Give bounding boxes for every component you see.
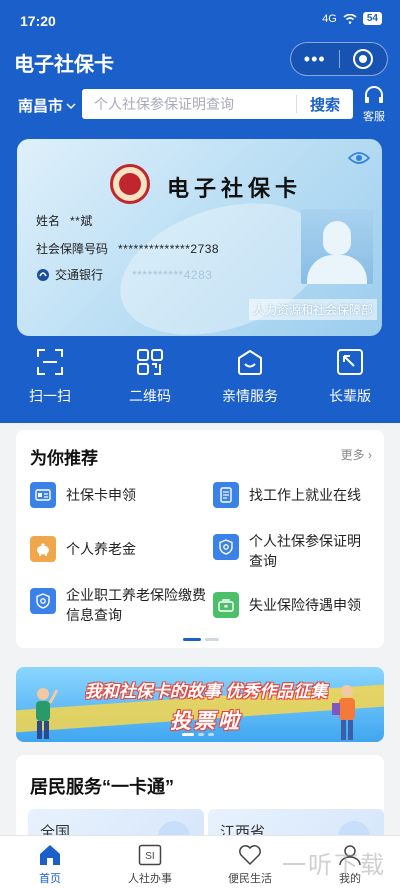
recommend-title: 为你推荐	[30, 449, 98, 468]
emblem-icon	[110, 164, 150, 204]
person-illustration-icon	[36, 688, 58, 739]
recommend-item[interactable]: 失业保险待遇申领	[213, 592, 378, 618]
quick-qrcode-label: 二维码	[129, 388, 171, 404]
id-value: **************2738	[118, 242, 220, 256]
heart-icon	[239, 845, 261, 866]
more-label: 更多	[340, 448, 365, 462]
family-service-icon	[238, 350, 262, 375]
quick-qrcode[interactable]: 二维码	[100, 348, 200, 406]
piggy-bank-icon	[30, 536, 56, 562]
quick-family-service[interactable]: 亲情服务	[200, 348, 300, 406]
recommend-more-link[interactable]: 更多 ›	[341, 446, 372, 463]
recommend-item[interactable]: 个人社保参保证明查询	[213, 528, 373, 571]
eye-icon[interactable]	[348, 151, 370, 165]
recommend-item-label: 企业职工养老保险缴费信息查询	[66, 587, 206, 623]
card-title: 电子社保卡	[167, 176, 303, 202]
battery-icon: 54	[362, 12, 382, 25]
svg-text:SI: SI	[145, 851, 154, 862]
tab-services[interactable]: SI 人社办事	[100, 836, 200, 889]
home-icon	[40, 845, 60, 865]
recommend-item[interactable]: 企业职工养老保险缴费信息查询	[30, 582, 208, 625]
tab-profile-label: 我的	[339, 873, 361, 885]
user-icon	[339, 845, 361, 866]
name-label: 姓名	[36, 214, 61, 228]
bank-name: 交通银行	[55, 268, 104, 282]
name-value: **斌	[70, 214, 93, 228]
shield-search-icon	[213, 534, 239, 560]
tab-home[interactable]: 首页	[0, 836, 100, 889]
tab-home-label: 首页	[39, 873, 61, 885]
recommend-item-label: 失业保险待遇申领	[249, 597, 361, 613]
tab-life[interactable]: 便民生活	[200, 836, 300, 889]
bottom-tab-bar: 首页 SI 人社办事 便民生活 我的	[0, 835, 400, 889]
quick-scan-label: 扫一扫	[29, 388, 71, 404]
card-bank-row: 交通银行 **********4283	[36, 266, 212, 283]
promo-banner[interactable]: 我和社保卡的故事 优秀作品征集 投票啦	[16, 667, 384, 742]
briefcase-icon	[213, 592, 239, 618]
quick-elder-mode[interactable]: 长辈版	[300, 348, 400, 406]
recommend-item-label: 找工作上就业在线	[249, 487, 361, 503]
si-icon: SI	[138, 844, 162, 866]
card-id-row: 社会保障号码 **************2738	[36, 240, 219, 257]
shield-search-icon	[30, 588, 56, 614]
social-security-card[interactable]: 电子社保卡 姓名 **斌 社会保障号码 **************2738 交通银…	[17, 139, 382, 336]
recommend-item-label: 社保卡申领	[66, 487, 136, 503]
document-icon	[213, 482, 239, 508]
more-dots-icon[interactable]: •••	[291, 44, 339, 74]
search-button[interactable]: 搜索	[297, 94, 353, 115]
wifi-icon	[343, 13, 357, 24]
avatar	[301, 209, 373, 284]
page-title: 电子社保卡	[14, 54, 114, 76]
network-label: 4G	[322, 12, 337, 25]
status-time: 17:20	[20, 13, 56, 29]
quick-elder-label: 长辈版	[329, 388, 371, 404]
city-selector[interactable]: 南昌市	[18, 95, 76, 116]
search-input[interactable]	[82, 96, 296, 112]
city-label: 南昌市	[18, 98, 64, 115]
card-name-row: 姓名 **斌	[36, 212, 93, 229]
recommend-panel: 为你推荐 更多 › 社保卡申领 找工作上就业在线 个人养老金 个人社保参保证明查…	[16, 430, 384, 648]
search-box: 搜索	[82, 89, 353, 119]
mini-program-capsule: •••	[290, 42, 388, 76]
quick-actions: 扫一扫 二维码 亲情服务 长辈版	[0, 348, 400, 406]
banner-headline: 我和社保卡的故事 优秀作品征集	[84, 682, 328, 701]
recommend-item[interactable]: 找工作上就业在线	[213, 482, 378, 508]
tab-life-label: 便民生活	[228, 873, 272, 885]
elder-mode-icon	[337, 349, 363, 375]
id-label: 社会保障号码	[36, 242, 109, 256]
quick-scan[interactable]: 扫一扫	[0, 348, 100, 406]
chevron-down-icon	[66, 102, 76, 109]
target-icon[interactable]	[339, 49, 387, 69]
recommend-item[interactable]: 社保卡申领	[30, 482, 200, 508]
residents-title: 居民服务“一卡通”	[30, 777, 174, 797]
banner-indicator	[182, 733, 214, 736]
recommend-item-label: 个人养老金	[66, 541, 136, 557]
service-label: 客服	[363, 111, 385, 123]
status-icons: 4G 54	[322, 12, 382, 25]
quick-family-label: 亲情服务	[222, 388, 278, 404]
tab-profile[interactable]: 我的	[300, 836, 400, 889]
recommend-item[interactable]: 个人养老金	[30, 536, 200, 562]
headset-icon	[365, 86, 383, 103]
customer-service-button[interactable]: 客服	[358, 86, 390, 124]
bank-number: **********4283	[132, 267, 213, 282]
page-indicator	[183, 638, 219, 641]
scan-icon	[37, 349, 63, 375]
qrcode-icon	[137, 349, 163, 375]
status-bar: 17:20 4G 54	[0, 0, 400, 40]
card-issuer: 人力资源和社会保障部	[248, 299, 377, 320]
tab-services-label: 人社办事	[128, 873, 172, 885]
bank-logo-icon	[37, 268, 49, 281]
id-card-icon	[30, 482, 56, 508]
banner-subheadline: 投票啦	[170, 710, 242, 733]
recommend-item-label: 个人社保参保证明查询	[249, 533, 361, 569]
